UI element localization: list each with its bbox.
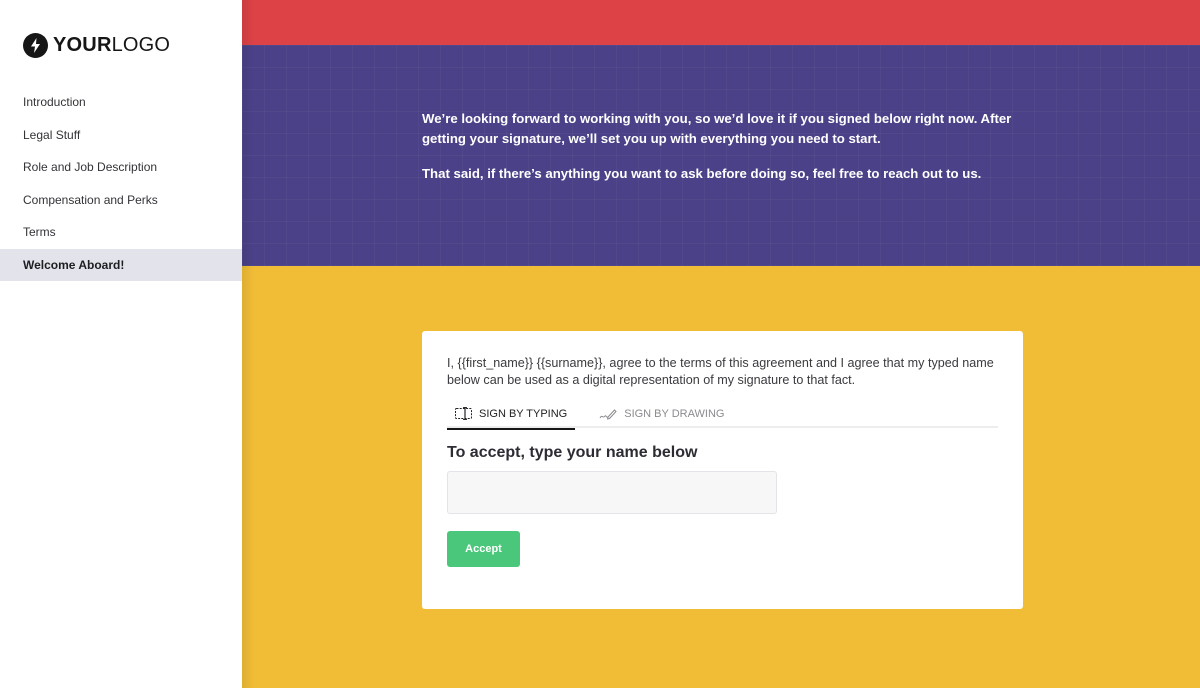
tab-label: SIGN BY DRAWING bbox=[624, 407, 725, 420]
tab-sign-by-drawing[interactable]: SIGN BY DRAWING bbox=[591, 403, 732, 428]
intro-text: We’re looking forward to working with yo… bbox=[422, 109, 1042, 184]
logo-text: YOURLOGO bbox=[53, 32, 170, 58]
agreement-text: I, {{first_name}} {{surname}}, agree to … bbox=[447, 356, 994, 387]
tab-sign-by-typing[interactable]: SIGN BY TYPING bbox=[447, 403, 576, 430]
intro-paragraph-1: We’re looking forward to working with yo… bbox=[422, 111, 1012, 146]
logo[interactable]: YOURLOGO bbox=[23, 32, 242, 58]
header-band-red bbox=[242, 0, 1200, 45]
lightning-bolt-icon bbox=[23, 32, 48, 58]
sidebar-item-label: Role and Job Description bbox=[23, 160, 158, 175]
signature-card: I, {{first_name}} {{surname}}, agree to … bbox=[422, 331, 1023, 609]
sidebar-item-compensation-and-perks[interactable]: Compensation and Perks bbox=[0, 184, 242, 217]
sidebar-item-legal-stuff[interactable]: Legal Stuff bbox=[0, 119, 242, 152]
sidebar-item-label: Terms bbox=[23, 225, 56, 240]
sidebar-item-welcome-aboard[interactable]: Welcome Aboard! bbox=[0, 248, 242, 281]
signature-tabs: SIGN BY TYPING SIGN BY DRAWING bbox=[447, 403, 998, 430]
signature-section: I, {{first_name}} {{surname}}, agree to … bbox=[242, 266, 1200, 688]
sidebar: YOURLOGO Introduction Legal Stuff Role a… bbox=[0, 0, 242, 688]
sidebar-item-label: Legal Stuff bbox=[23, 127, 81, 142]
intro-paragraph-2: That said, if there’s anything you want … bbox=[422, 166, 982, 181]
sidebar-item-label: Welcome Aboard! bbox=[23, 257, 125, 272]
tab-label: SIGN BY TYPING bbox=[479, 407, 568, 420]
accept-button[interactable]: Accept bbox=[447, 531, 520, 567]
logo-text-bold: YOUR bbox=[53, 34, 112, 56]
text-cursor-box-icon bbox=[455, 407, 472, 420]
accept-heading: To accept, type your name below bbox=[447, 444, 698, 461]
intro-section: We’re looking forward to working with yo… bbox=[242, 45, 1200, 266]
sidebar-item-role-and-job-description[interactable]: Role and Job Description bbox=[0, 151, 242, 184]
sidebar-item-label: Introduction bbox=[23, 95, 86, 110]
sidebar-item-introduction[interactable]: Introduction bbox=[0, 86, 242, 119]
name-input[interactable] bbox=[447, 471, 777, 514]
app-root: YOURLOGO Introduction Legal Stuff Role a… bbox=[0, 0, 1200, 688]
logo-text-light: LOGO bbox=[111, 34, 171, 56]
pen-signature-icon bbox=[599, 408, 617, 420]
sidebar-item-label: Compensation and Perks bbox=[23, 192, 158, 207]
sidebar-nav: Introduction Legal Stuff Role and Job De… bbox=[0, 86, 242, 281]
sidebar-item-terms[interactable]: Terms bbox=[0, 216, 242, 249]
main-content: We’re looking forward to working with yo… bbox=[242, 0, 1200, 688]
